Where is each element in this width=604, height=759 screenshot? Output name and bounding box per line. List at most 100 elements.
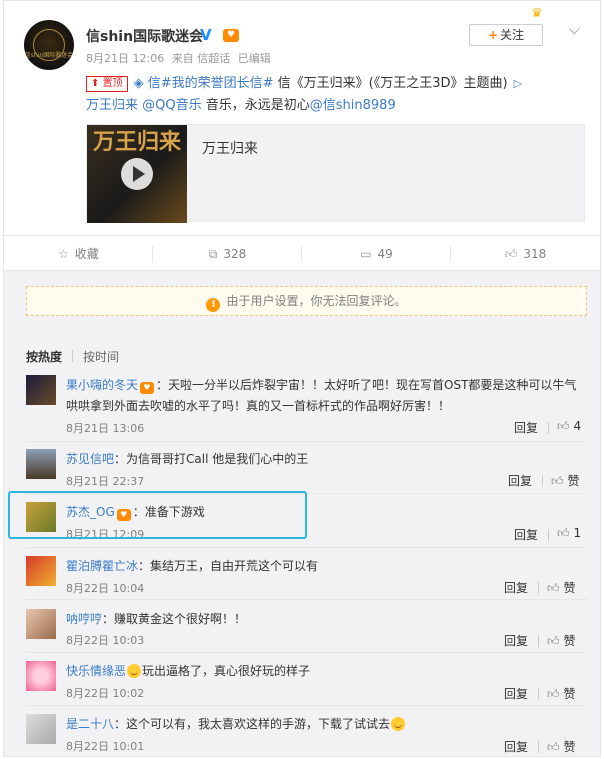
commenter-name[interactable]: 快乐情缘恶: [66, 664, 126, 678]
comment-like-button[interactable]: 👍︎ 赞: [551, 472, 580, 489]
warning-icon: !: [206, 298, 221, 312]
topic-icon: ◈: [133, 76, 148, 91]
pin-label: 置顶: [102, 78, 123, 89]
follow-button[interactable]: + 关注: [469, 24, 543, 46]
reply-button[interactable]: 回复: [504, 632, 528, 649]
commenter-name[interactable]: 苏见信吧: [66, 452, 114, 466]
music-cover[interactable]: 万王归来: [87, 125, 187, 223]
thumbs-up-icon: 👍︎: [504, 247, 518, 261]
commenter-avatar[interactable]: [26, 375, 56, 405]
comment-text-block: 快乐情缘恶 玩出逼格了，真心很好玩的样子: [66, 661, 582, 682]
topic-link[interactable]: 信#我的荣誉团长信#: [148, 76, 274, 91]
comment-button[interactable]: ▭ 49: [302, 236, 451, 272]
comment-text-block: 是二十八：这个可以有，我太喜欢这样的手游，下载了试试去: [66, 714, 582, 735]
comment-text: ：集结万王，自由开荒这个可以有: [138, 559, 319, 573]
like-count: 318: [523, 247, 547, 261]
action-bar: ☆ 收藏 ⧉ 328 ▭ 49 👍︎ 318: [4, 235, 600, 271]
avatar-logo-text: 信shin国际歌迷会: [24, 52, 74, 59]
repost-icon: ⧉: [208, 247, 218, 261]
comment-like-count: 1: [573, 526, 582, 540]
thumbs-up-icon: 👍︎: [557, 526, 570, 540]
notice-text: 由于用户设置，你无法回复评论。: [226, 294, 407, 308]
comment-like-button[interactable]: 👍︎ 赞: [547, 579, 576, 596]
smile-emoji-icon: [127, 664, 142, 678]
comment-text: ：这个可以有，我太喜欢这样的手游，下载了试试去: [114, 717, 391, 731]
reply-button[interactable]: 回复: [504, 579, 528, 596]
favorite-button[interactable]: ☆ 收藏: [4, 236, 153, 272]
music-card[interactable]: 万王归来 万王归来: [86, 124, 585, 223]
commenter-avatar[interactable]: [26, 556, 56, 586]
thumbs-up-icon: 👍︎: [557, 419, 570, 433]
reply-button[interactable]: 回复: [504, 738, 528, 755]
follow-label: 关注: [500, 28, 525, 42]
avatar[interactable]: 信shin国际歌迷会: [24, 20, 74, 70]
thumbs-up-icon: 👍︎: [547, 581, 560, 595]
comment-text-block: 瞿泊膊瞿亡冰：集结万王，自由开荒这个可以有: [66, 556, 582, 577]
commenter-avatar[interactable]: [26, 449, 56, 479]
comment-time: 8月22日 10:02: [66, 687, 145, 700]
commenter-name[interactable]: 瞿泊膊瞿亡冰: [66, 559, 138, 573]
comment-text-block: 果小嗨的冬天 ♥ ：天啦一分半以后炸裂宇宙！！太好听了吧！现在写首OST都要是这种可…: [66, 375, 582, 417]
comment-text: ：赚取黄金这个很好啊！！: [102, 612, 247, 626]
post-text: ⬆ 置顶 ◈ 信#我的荣誉团长信# 信《万王归来》(《万王之王3D》主题曲) ▷ 万…: [86, 73, 581, 117]
mention-shin[interactable]: @信shin8989: [310, 98, 396, 113]
post-edited[interactable]: 已编辑: [238, 52, 271, 65]
reply-button[interactable]: 回复: [508, 472, 532, 489]
comment-like-button[interactable]: 👍︎ 赞: [547, 632, 576, 649]
sort-hot-tab[interactable]: 按热度: [26, 350, 62, 364]
thumbs-up-icon: 👍︎: [551, 474, 564, 488]
verified-icon: V: [200, 26, 212, 44]
mention-qqmusic[interactable]: @QQ音乐: [142, 98, 201, 113]
reply-disabled-notice: ! 由于用户设置，你无法回复评论。: [26, 286, 587, 316]
thumbs-up-icon: 👍︎: [547, 634, 560, 648]
plus-icon: +: [487, 28, 499, 42]
pin-badge: ⬆ 置顶: [86, 76, 128, 92]
like-button[interactable]: 👍︎ 318: [451, 236, 600, 272]
comment-like-count: 赞: [563, 581, 576, 595]
crown-icon: ♛: [531, 6, 543, 21]
thumbs-up-icon: 👍︎: [547, 687, 560, 701]
comment-text: ：为信哥哥打Call 他是我们心中的王: [114, 452, 309, 466]
sort-time-tab[interactable]: 按时间: [83, 350, 119, 364]
commenter-name[interactable]: 是二十八: [66, 717, 114, 731]
reply-button[interactable]: 回复: [504, 685, 528, 702]
repost-count: 328: [223, 247, 247, 261]
commenter-avatar[interactable]: [26, 609, 56, 639]
repost-button[interactable]: ⧉ 328: [153, 236, 302, 272]
commenter-name[interactable]: 呐哼哼: [66, 612, 102, 626]
post-time[interactable]: 8月21日 12:06: [86, 52, 164, 65]
comment-like-button[interactable]: 👍︎ 赞: [547, 685, 576, 702]
comment-time: 8月22日 10:04: [66, 582, 145, 595]
sort-bar: 按热度 按时间: [26, 348, 119, 365]
comment-text-block: 苏见信吧：为信哥哥打Call 他是我们心中的王: [66, 449, 582, 470]
post-meta: 8月21日 12:06 来自 信超话 已编辑: [86, 50, 275, 66]
music-title[interactable]: 万王归来: [202, 138, 258, 158]
highlight-box: [8, 491, 307, 539]
comment-text-block: 呐哼哼：赚取黄金这个很好啊！！: [66, 609, 582, 630]
commenter-avatar[interactable]: [26, 661, 56, 691]
fan-badge-icon: ♥: [140, 382, 155, 394]
comment-text: 玩出逼格了，真心很好玩的样子: [142, 664, 311, 678]
play-triangle-icon[interactable]: ▷: [514, 77, 522, 90]
comment-like-count: 4: [573, 419, 582, 433]
commenter-avatar[interactable]: [26, 714, 56, 744]
comment-count: 49: [377, 247, 393, 261]
comment-like-count: 赞: [563, 740, 576, 754]
post-source[interactable]: 来自 信超话: [172, 52, 231, 65]
star-icon: ☆: [58, 247, 69, 261]
user-name[interactable]: 信shin国际歌迷会: [86, 26, 203, 46]
reply-button[interactable]: 回复: [514, 526, 538, 543]
comment-time: 8月22日 10:03: [66, 634, 145, 647]
comment-like-button[interactable]: 👍︎ 赞: [547, 738, 576, 755]
music-link[interactable]: 万王归来: [86, 98, 138, 113]
comment-icon: ▭: [360, 247, 372, 261]
commenter-name[interactable]: 果小嗨的冬天: [66, 378, 138, 392]
comment-like-count: 赞: [563, 634, 576, 648]
comment-like-count: 赞: [563, 687, 576, 701]
thumbs-up-icon: 👍︎: [547, 740, 560, 754]
play-icon[interactable]: [121, 158, 153, 190]
comment-like-button[interactable]: 👍︎ 1: [557, 526, 581, 541]
comment-like-button[interactable]: 👍︎ 4: [557, 419, 581, 434]
reply-button[interactable]: 回复: [514, 419, 538, 436]
chevron-down-icon[interactable]: ⌵: [569, 22, 580, 38]
